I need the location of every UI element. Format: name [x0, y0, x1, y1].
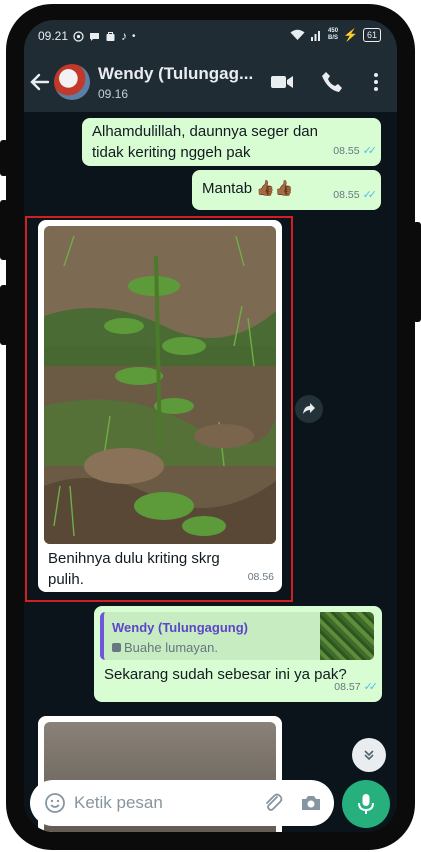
- emoji-icon[interactable]: [44, 792, 66, 814]
- wifi-icon: [290, 29, 305, 40]
- video-call-icon[interactable]: [270, 70, 294, 94]
- plant-photo: [44, 226, 276, 544]
- forward-icon: [303, 403, 315, 414]
- quoted-text: Buahe lumayan.: [112, 637, 218, 658]
- microphone-icon: [358, 794, 374, 814]
- back-arrow-icon[interactable]: [30, 72, 50, 92]
- quoted-message[interactable]: Wendy (Tulungagung) Buahe lumayan.: [100, 612, 374, 660]
- message-text: Mantab 👍🏾👍🏾: [202, 180, 294, 197]
- read-tick-icon: ✓✓: [362, 145, 378, 157]
- chat-header[interactable]: Wendy (Tulungag... 09.16: [24, 52, 397, 112]
- read-tick-icon: ✓✓: [362, 189, 378, 201]
- message-list[interactable]: Alhamdulillah, daunnya seger dan tidak k…: [24, 112, 397, 832]
- last-seen: 09.16: [98, 87, 129, 101]
- message-image[interactable]: [44, 226, 276, 544]
- power-button: [0, 285, 8, 345]
- message-time: 08.56: [247, 571, 274, 583]
- attach-icon[interactable]: [262, 792, 284, 814]
- message-bubble[interactable]: Mantab 👍🏾👍🏾 08.55 ✓✓: [192, 170, 381, 210]
- screen: 09.21 ♪ • 450 B/S ⚡ 61 Wendy (Tulungag..…: [24, 20, 397, 832]
- message-bubble[interactable]: Alhamdulillah, daunnya seger dan tidak k…: [82, 118, 381, 166]
- scroll-down-button[interactable]: [352, 738, 386, 772]
- reply-message-bubble[interactable]: Wendy (Tulungagung) Buahe lumayan. Sekar…: [94, 606, 382, 702]
- quoted-sender: Wendy (Tulungagung): [112, 620, 248, 635]
- forward-button[interactable]: [295, 395, 323, 423]
- charging-icon: ⚡: [343, 28, 358, 42]
- message-text: Sekarang sudah sebesar ini ya pak?: [104, 666, 347, 683]
- bag-icon: [106, 31, 115, 41]
- chat-bubble-icon: [90, 32, 100, 41]
- voice-message-button[interactable]: [342, 780, 390, 828]
- message-composer[interactable]: Ketik pesan: [30, 780, 334, 826]
- tiktok-icon: ♪: [121, 29, 128, 43]
- clock: 09.21: [38, 29, 69, 43]
- image-message-bubble[interactable]: Benihnya dulu kriting skrg pulih. 08.56: [38, 220, 282, 592]
- message-input[interactable]: Ketik pesan: [74, 793, 163, 813]
- image-icon: [112, 643, 121, 652]
- volume-button: [0, 200, 8, 260]
- side-button: [413, 222, 421, 322]
- quoted-image-thumbnail: [320, 612, 374, 660]
- message-time: 08.55: [333, 145, 360, 157]
- double-chevron-down-icon: [364, 750, 374, 761]
- message-time: 08.57: [334, 681, 361, 693]
- status-bar: 09.21 ♪ • 450 B/S ⚡ 61: [24, 20, 397, 52]
- notification-icon: [73, 30, 84, 42]
- battery-indicator: 61: [362, 28, 381, 42]
- message-time: 08.55: [333, 189, 360, 201]
- avatar[interactable]: [54, 64, 90, 100]
- contact-name[interactable]: Wendy (Tulungag...: [98, 64, 253, 84]
- volume-button: [0, 140, 8, 176]
- network-speed: 450 B/S: [328, 28, 339, 41]
- image-caption: Benihnya dulu kriting skrg pulih.: [48, 550, 220, 588]
- camera-icon[interactable]: [300, 792, 322, 814]
- dot-icon: •: [132, 30, 136, 42]
- read-tick-icon: ✓✓: [363, 681, 379, 693]
- phone-icon[interactable]: [320, 70, 344, 94]
- signal-icon: [311, 31, 321, 41]
- more-vertical-icon[interactable]: [364, 70, 388, 94]
- message-text: Alhamdulillah, daunnya seger dan tidak k…: [92, 123, 318, 161]
